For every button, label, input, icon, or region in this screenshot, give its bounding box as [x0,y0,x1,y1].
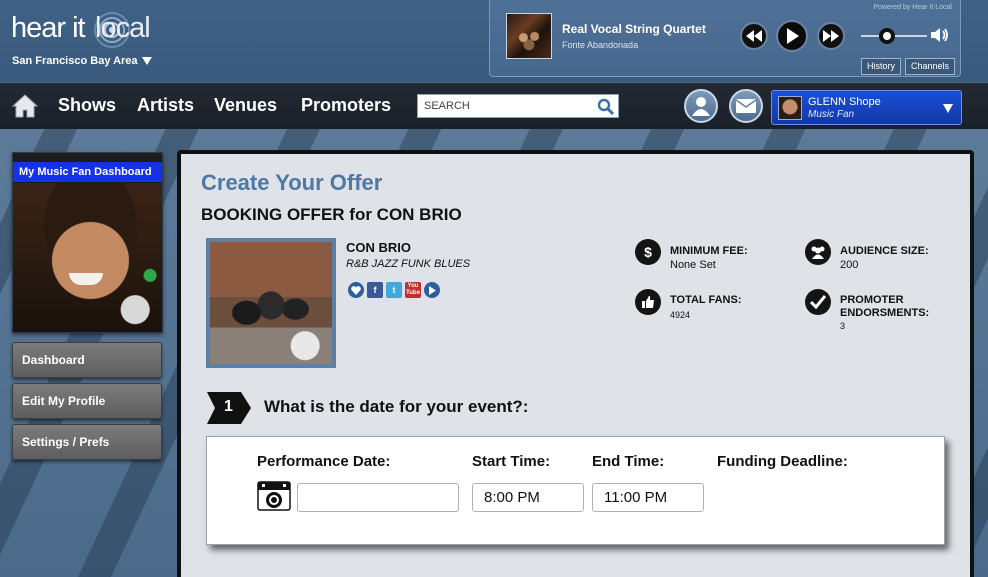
envelope-icon [736,99,756,113]
twitter-icon[interactable]: t [386,282,402,298]
rewind-icon [746,30,762,42]
nav-artists[interactable]: Artists [137,95,194,116]
thumbs-up-glyph [642,296,654,308]
user-role: Music Fan [808,109,855,120]
heart-icon [351,285,361,295]
minimum-fee-label: MINIMUM FEE: [670,245,748,257]
end-time-label: End Time: [592,453,665,470]
step-question: What is the date for your event?: [264,397,529,416]
speaker-icon[interactable] [930,26,950,44]
play-button[interactable] [776,20,808,52]
home-icon[interactable] [12,94,38,118]
logo-text-local: local [95,12,151,44]
region-label: San Francisco Bay Area [12,55,138,67]
audience-group-icon [805,239,831,265]
album-thumbnail[interactable] [506,13,552,59]
main-nav: Shows Artists Venues Promoters GLENN Sho… [0,82,988,129]
play-circle-icon[interactable] [424,282,440,298]
promoter-endorsements-value: 3 [840,321,846,331]
booking-title: BOOKING OFFER for CON BRIO [201,205,462,224]
start-time-label: Start Time: [472,453,551,470]
history-button[interactable]: History [861,58,902,75]
funding-deadline-label: Funding Deadline: [717,453,848,470]
search-input[interactable] [418,95,596,117]
band-genres: R&B JAZZ FUNK BLUES [346,258,471,270]
audience-size-value: 200 [840,259,859,271]
sidebar-item-settings[interactable]: Settings / Prefs [12,424,162,460]
sidebar-item-edit-profile[interactable]: Edit My Profile [12,383,162,419]
facebook-icon[interactable]: f [367,282,383,298]
thumbs-up-icon [635,289,661,315]
play-triangle-icon [429,285,436,295]
youtube-icon[interactable]: You Tube [405,282,421,298]
profile-button[interactable] [684,89,718,123]
user-menu[interactable]: GLENN Shope Music Fan [771,90,962,125]
profile-photo [13,183,162,332]
end-time-input[interactable] [592,483,704,512]
search-box [417,94,619,118]
calendar-icon[interactable] [257,481,291,511]
band-photo[interactable] [206,238,336,368]
start-time-input[interactable] [472,483,584,512]
page-title: Create Your Offer [201,170,383,195]
total-fans-value: 4924 [670,310,691,320]
minimum-fee-value: None Set [670,259,716,271]
performance-date-label: Performance Date: [257,453,391,470]
hear-it-local-logo[interactable]: hear it local [10,8,180,52]
social-links: f t You Tube [348,282,440,298]
fast-forward-icon [823,30,839,42]
step-number: 1 [224,398,233,415]
people-icon [811,246,825,259]
promoter-endorsements-label: PROMOTER ENDORSMENTS: [840,294,930,319]
chevron-down-icon [141,57,152,66]
previous-track-button[interactable] [740,22,768,50]
play-icon [787,28,799,44]
nav-promoters[interactable]: Promoters [301,95,391,116]
total-fans-label: TOTAL FANS: [670,294,742,306]
dollar-icon: $ [635,239,661,265]
sidebar-item-dashboard[interactable]: Dashboard [12,342,162,378]
avatar [778,96,802,120]
user-name: GLENN Shope [808,96,881,108]
audience-size-label: AUDIENCE SIZE: [840,245,929,257]
dashboard-title[interactable]: My Music Fan Dashboard [13,162,162,182]
band-name[interactable]: CON BRIO [346,240,411,255]
favorite-heart-icon[interactable] [348,282,364,298]
performance-date-input[interactable] [297,483,459,512]
checkmark-icon [805,289,831,315]
profile-photo-detail [69,273,103,285]
dashboard-card: My Music Fan Dashboard [12,152,163,333]
region-selector[interactable]: San Francisco Bay Area [12,55,152,67]
search-icon[interactable] [597,98,615,116]
top-header: hear it local San Francisco Bay Area Pow… [0,0,988,82]
logo-text-hear: hear it [11,12,86,44]
track-title[interactable]: Real Vocal String Quartet [562,22,706,36]
user-icon [692,97,710,116]
messages-button[interactable] [729,89,763,123]
nav-shows[interactable]: Shows [58,95,116,116]
track-subtitle: Fonte Abandonada [562,40,639,50]
check-glyph [810,295,826,309]
music-player: Powered by Hear It Local Real Vocal Stri… [489,0,961,77]
chevron-down-icon [943,104,953,113]
next-track-button[interactable] [817,22,845,50]
powered-by-text: Powered by Hear It Local [873,4,952,11]
channels-button[interactable]: Channels [905,58,956,75]
volume-slider-knob[interactable] [879,28,895,44]
nav-venues[interactable]: Venues [214,95,277,116]
